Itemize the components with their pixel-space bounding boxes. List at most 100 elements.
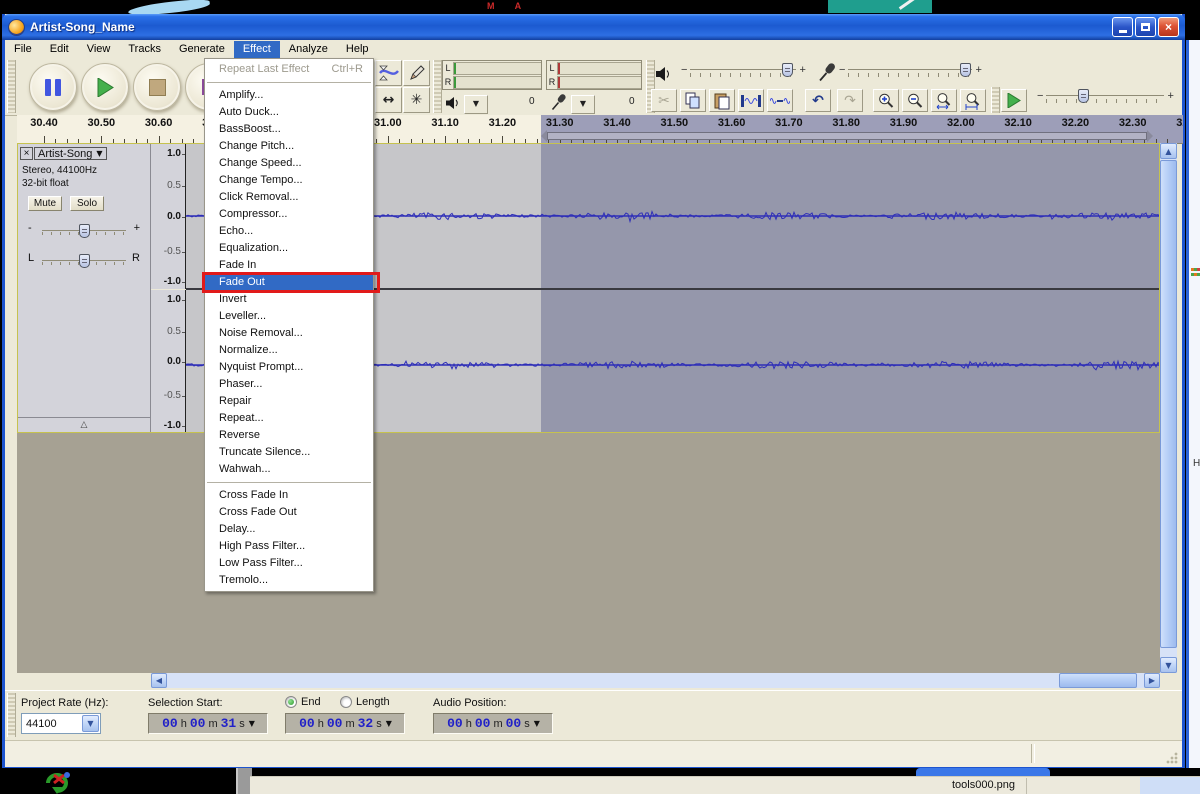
menu-item-click-removal[interactable]: Click Removal... (205, 189, 373, 206)
menu-item-noise-removal[interactable]: Noise Removal... (205, 325, 373, 342)
trim-button[interactable] (738, 89, 764, 112)
gain-thumb[interactable] (79, 224, 90, 238)
background-file-window[interactable]: tools000.png (250, 776, 1200, 794)
timeshift-tool-button[interactable]: ↔ (375, 87, 402, 113)
combo-dropdown-icon[interactable]: ▼ (82, 715, 99, 732)
end-radio[interactable]: End (285, 696, 321, 708)
input-volume-thumb[interactable] (960, 63, 971, 77)
maximize-button[interactable] (1135, 17, 1156, 37)
track-menu-button[interactable]: Artist-Song ▼ (34, 147, 107, 160)
selection-start-field[interactable]: 00h00m31s▼ (148, 713, 268, 734)
menu-item-invert[interactable]: Invert (205, 291, 373, 308)
draw-tool-button[interactable] (403, 60, 430, 86)
menu-view[interactable]: View (78, 41, 120, 58)
menu-item-low-pass-filter[interactable]: Low Pass Filter... (205, 555, 373, 572)
stop-button[interactable] (133, 63, 181, 111)
play-button[interactable] (81, 63, 129, 111)
menu-generate[interactable]: Generate (170, 41, 234, 58)
time-field-dropdown-icon[interactable]: ▼ (249, 719, 255, 728)
menu-item-change-tempo[interactable]: Change Tempo... (205, 172, 373, 189)
time-digits[interactable]: 00 (189, 716, 207, 731)
time-digits[interactable]: 00 (326, 716, 344, 731)
empty-track-area[interactable] (17, 433, 1160, 673)
scroll-down-icon[interactable]: ▼ (1160, 657, 1177, 673)
input-meter-dropdown[interactable]: ▼ (571, 95, 595, 114)
menu-item-wahwah[interactable]: Wahwah... (205, 461, 373, 478)
menu-item-delay[interactable]: Delay... (205, 521, 373, 538)
scroll-left-icon[interactable]: ◀ (151, 673, 167, 688)
pan-thumb[interactable] (79, 254, 90, 268)
scroll-up-icon[interactable]: ▲ (1160, 143, 1177, 159)
time-digits[interactable]: 00 (505, 716, 523, 731)
scroll-right-icon[interactable]: ▶ (1144, 673, 1160, 688)
output-meter[interactable]: L R (442, 60, 542, 90)
vertical-ruler-right-channel[interactable]: 1.00.50.0-0.5-1.0 (151, 290, 186, 432)
cut-button[interactable]: ✂ (651, 89, 677, 112)
pause-button[interactable] (29, 63, 77, 111)
menu-item-auto-duck[interactable]: Auto Duck... (205, 104, 373, 121)
output-volume-thumb[interactable] (782, 63, 793, 77)
menu-item-amplify[interactable]: Amplify... (205, 87, 373, 104)
input-volume-slider[interactable]: − + (839, 63, 985, 77)
menu-item-nyquist-prompt[interactable]: Nyquist Prompt... (205, 359, 373, 376)
horizontal-scrollbar[interactable]: ◀ ▶ (151, 673, 1160, 688)
project-rate-combo[interactable]: 44100 ▼ (21, 713, 101, 734)
output-volume-slider[interactable]: − + (681, 63, 809, 77)
menu-item-reverse[interactable]: Reverse (205, 427, 373, 444)
menu-edit[interactable]: Edit (41, 41, 78, 58)
track-control-panel[interactable]: × Artist-Song ▼ Stereo, 44100Hz 32-bit f… (18, 144, 151, 432)
time-digits[interactable]: 00 (446, 716, 464, 731)
audio-position-field[interactable]: 00h00m00s▼ (433, 713, 553, 734)
vertical-scrollbar-thumb[interactable] (1160, 160, 1177, 648)
menu-item-tremolo[interactable]: Tremolo... (205, 572, 373, 589)
play-speed-thumb[interactable] (1078, 89, 1089, 103)
menu-item-echo[interactable]: Echo... (205, 223, 373, 240)
menu-item-repair[interactable]: Repair (205, 393, 373, 410)
input-meter[interactable]: L R (546, 60, 642, 90)
solo-button[interactable]: Solo (70, 196, 104, 211)
copy-button[interactable] (680, 89, 706, 112)
menu-item-repeat-last-effect[interactable]: Repeat Last EffectCtrl+R (205, 61, 373, 78)
transcription-toolbar-grip[interactable] (991, 87, 1000, 113)
menu-item-fade-out[interactable]: Fade Out (205, 274, 373, 291)
time-field-dropdown-icon[interactable]: ▼ (534, 719, 540, 728)
play-speed-slider[interactable]: − + (1037, 89, 1177, 103)
menu-item-change-speed[interactable]: Change Speed... (205, 155, 373, 172)
menu-item-repeat[interactable]: Repeat... (205, 410, 373, 427)
menu-item-bassboost[interactable]: BassBoost... (205, 121, 373, 138)
envelope-tool-button[interactable] (375, 60, 402, 86)
minimize-button[interactable] (1112, 17, 1133, 37)
time-digits[interactable]: 31 (220, 716, 238, 731)
menu-item-compressor[interactable]: Compressor... (205, 206, 373, 223)
timeline-ruler[interactable]: 30.4030.5030.6030.7030.8030.9031.0031.10… (17, 115, 1183, 144)
zoom-out-button[interactable] (902, 89, 928, 112)
fit-project-button[interactable] (960, 89, 986, 112)
time-digits[interactable]: 00 (161, 716, 179, 731)
menu-analyze[interactable]: Analyze (280, 41, 337, 58)
pan-slider[interactable]: L R (42, 252, 126, 268)
mute-button[interactable]: Mute (28, 196, 62, 211)
output-meter-dropdown[interactable]: ▼ (464, 95, 488, 114)
track-close-button[interactable]: × (20, 147, 33, 160)
time-digits[interactable]: 32 (357, 716, 375, 731)
menu-item-phaser[interactable]: Phaser... (205, 376, 373, 393)
paste-button[interactable] (709, 89, 735, 112)
redo-button[interactable]: ↷ (837, 89, 863, 112)
menu-tracks[interactable]: Tracks (119, 41, 170, 58)
time-digits[interactable]: 00 (474, 716, 492, 731)
undo-button[interactable]: ↶ (805, 89, 831, 112)
menu-effect[interactable]: Effect (234, 41, 280, 58)
menu-item-change-pitch[interactable]: Change Pitch... (205, 138, 373, 155)
vertical-ruler-left-channel[interactable]: 1.00.50.0-0.5-1.0 (151, 144, 186, 289)
desktop-app-icon[interactable] (42, 769, 74, 794)
resize-grip[interactable] (1165, 751, 1178, 764)
multi-tool-button[interactable]: ✳ (403, 87, 430, 113)
zoom-in-button[interactable] (873, 89, 899, 112)
play-at-speed-button[interactable] (1001, 89, 1027, 112)
close-button[interactable]: × (1158, 17, 1179, 37)
time-field-dropdown-icon[interactable]: ▼ (386, 719, 392, 728)
menu-item-cross-fade-out[interactable]: Cross Fade Out (205, 504, 373, 521)
horizontal-scrollbar-thumb[interactable] (1059, 673, 1137, 688)
menu-help[interactable]: Help (337, 41, 378, 58)
title-bar[interactable]: Artist-Song_Name × (2, 14, 1185, 40)
